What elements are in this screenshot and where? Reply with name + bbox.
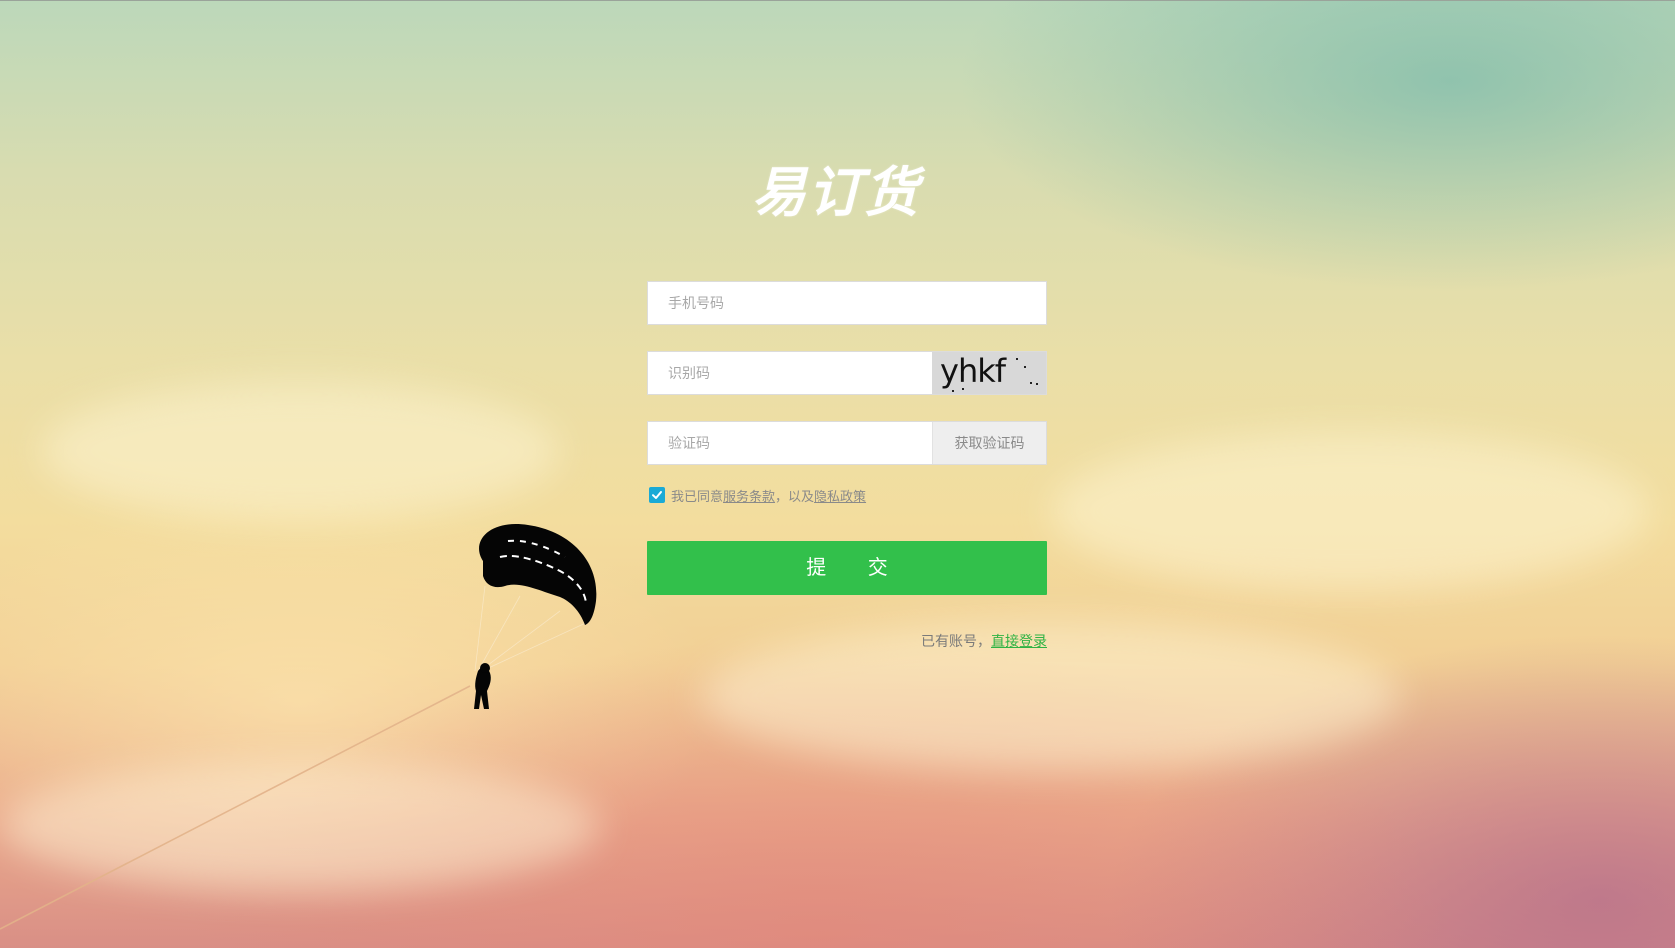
sms-code-input[interactable] [648,422,932,464]
get-sms-code-button[interactable]: 获取验证码 [932,422,1046,464]
background-cloud [0,761,600,891]
captcha-noise-dot [952,390,954,392]
captcha-noise-dot [1030,382,1032,384]
agreement-checkbox[interactable] [649,487,665,503]
captcha-image[interactable]: yhkf [932,352,1046,394]
phone-input[interactable] [648,282,1046,324]
sms-code-field-wrapper: 获取验证码 [647,421,1047,465]
existing-account-row: 已有账号，直接登录 [647,631,1047,651]
register-form: yhkf 获取验证码 我已同意 服务条款 ，以及 隐私政策 [647,281,1047,651]
agreement-row: 我已同意 服务条款 ，以及 隐私政策 [647,485,1047,505]
captcha-noise-dot [962,388,964,390]
captcha-image-text: yhkf [940,352,1006,390]
background-cloud [1050,431,1650,591]
agreement-middle: ，以及 [775,488,815,504]
login-page: 易订货 yhkf 获取验证码 [0,0,1675,948]
captcha-field-wrapper: yhkf [647,351,1047,395]
agreement-prefix: 我已同意 [671,488,724,504]
phone-field-wrapper [647,281,1047,325]
captcha-noise-dot [1036,383,1038,385]
background-cloud [40,381,560,521]
check-icon [652,491,662,499]
privacy-policy-link[interactable]: 隐私政策 [814,486,866,505]
captcha-input[interactable] [648,352,932,394]
direct-login-link[interactable]: 直接登录 [991,633,1047,649]
brand-logo: 易订货 [752,161,920,224]
submit-button[interactable]: 提 交 [647,541,1047,595]
existing-account-text: 已有账号， [921,633,991,649]
captcha-noise-dot [1024,366,1026,368]
terms-of-service-link[interactable]: 服务条款 [723,486,775,505]
captcha-noise-dot [1016,358,1018,360]
